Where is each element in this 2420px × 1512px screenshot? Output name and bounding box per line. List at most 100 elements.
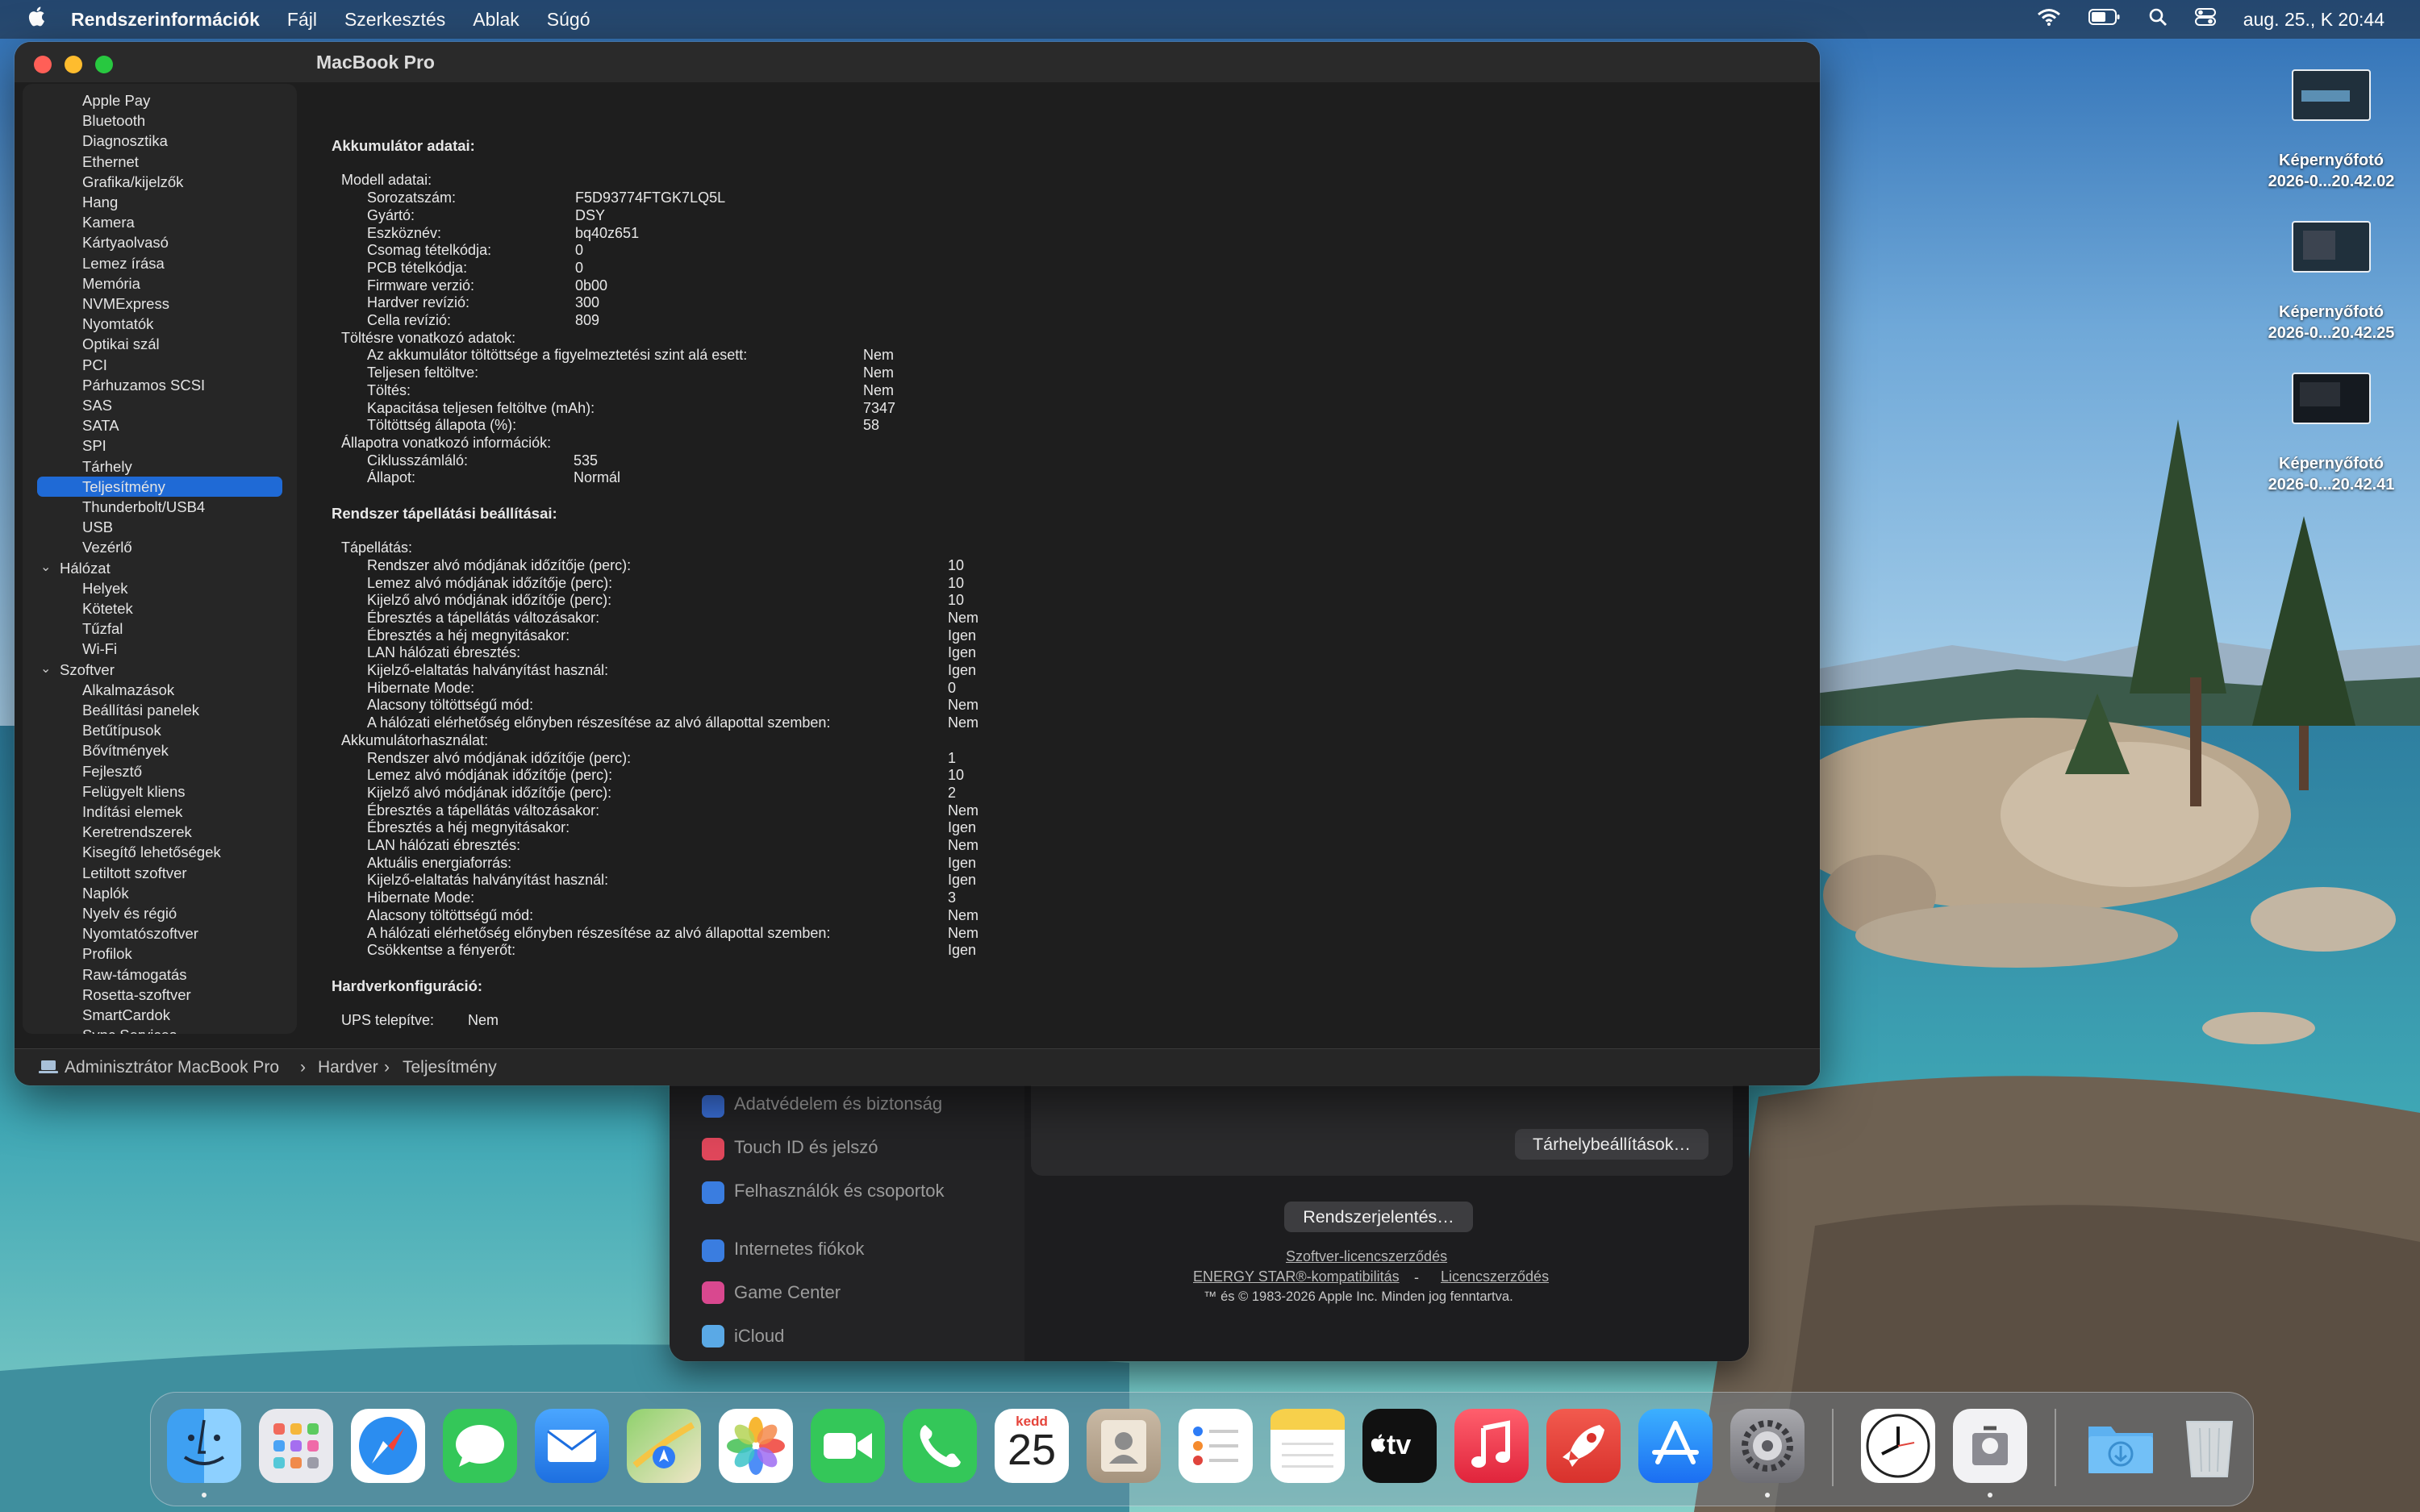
sidebar-item[interactable]: Tárhely — [23, 457, 297, 477]
sidebar-item[interactable]: SPI — [23, 436, 297, 456]
facetime-app-icon[interactable] — [811, 1409, 885, 1483]
trash-icon[interactable] — [2172, 1409, 2247, 1483]
sidebar-item[interactable]: Nyomtatók — [23, 314, 297, 335]
settings-item-game-center[interactable]: Game Center — [734, 1282, 841, 1303]
sidebar-item[interactable]: Kamera — [23, 213, 297, 233]
sidebar-item[interactable]: Párhuzamos SCSI — [23, 376, 297, 396]
sidebar-item[interactable]: Fejlesztő — [23, 762, 297, 782]
preview-app-icon[interactable] — [1953, 1409, 2027, 1483]
storage-settings-button[interactable]: Tárhelybeállítások… — [1515, 1129, 1709, 1160]
menu-window[interactable]: Ablak — [473, 9, 519, 31]
spotlight-search-icon[interactable] — [2148, 7, 2168, 31]
sidebar-item[interactable]: Bluetooth — [23, 111, 297, 131]
sidebar-item[interactable]: Ethernet — [23, 152, 297, 173]
sidebar-item[interactable]: Betűtípusok — [23, 721, 297, 741]
sidebar-item[interactable]: Nyelv és régió — [23, 904, 297, 924]
sidebar-item[interactable]: USB — [23, 518, 297, 538]
reminders-app-icon[interactable] — [1179, 1409, 1253, 1483]
sidebar-item[interactable]: ⌄ Szoftver — [23, 660, 297, 681]
sidebar-item[interactable]: Memória — [23, 274, 297, 294]
tv-app-icon[interactable]: tv — [1362, 1409, 1437, 1483]
sidebar-item[interactable]: Wi-Fi — [23, 639, 297, 660]
path-item-performance[interactable]: Teljesítmény — [403, 1058, 497, 1077]
sidebar-item[interactable]: Nyomtatószoftver — [23, 924, 297, 944]
menu-clock[interactable]: aug. 25., K 20:44 — [2243, 9, 2385, 31]
sidebar-item[interactable]: Beállítási panelek — [23, 701, 297, 721]
settings-item-users[interactable]: Felhasználók és csoportok — [734, 1181, 944, 1202]
contacts-app-icon[interactable] — [1087, 1409, 1161, 1483]
settings-item-internet-accounts[interactable]: Internetes fiókok — [734, 1239, 864, 1260]
sidebar-item[interactable]: Apple Pay — [23, 91, 297, 111]
photos-app-icon[interactable] — [719, 1409, 793, 1483]
sidebar-item[interactable]: SAS — [23, 396, 297, 416]
calendar-app-icon[interactable]: kedd 25 — [995, 1409, 1069, 1483]
sidebar-item[interactable]: ⌄ Hálózat — [23, 559, 297, 579]
downloads-folder-icon[interactable] — [2084, 1409, 2158, 1483]
sidebar-item[interactable]: PCI — [23, 356, 297, 376]
sidebar-item[interactable]: Profilok — [23, 944, 297, 964]
messages-app-icon[interactable] — [443, 1409, 517, 1483]
sidebar-item[interactable]: NVMExpress — [23, 294, 297, 314]
safari-app-icon[interactable] — [351, 1409, 425, 1483]
sidebar-item[interactable]: Felügyelt kliens — [23, 782, 297, 802]
sidebar-item[interactable]: Naplók — [23, 884, 297, 904]
menu-app-name[interactable]: Rendszerinformációk — [71, 9, 260, 31]
battery-icon[interactable] — [2088, 8, 2121, 31]
clock-app-icon[interactable] — [1861, 1409, 1935, 1483]
path-item-hardware[interactable]: Hardver — [318, 1058, 378, 1077]
sidebar-item[interactable]: Kötetek — [23, 599, 297, 619]
sidebar-item[interactable]: Kisegítő lehetőségek — [23, 843, 297, 863]
sidebar-item[interactable]: Raw-támogatás — [23, 965, 297, 985]
sidebar-item[interactable]: Letiltott szoftver — [23, 864, 297, 884]
apple-menu-icon[interactable] — [24, 6, 52, 34]
finder-app-icon[interactable] — [167, 1409, 241, 1483]
desktop-screenshot-file[interactable]: Képernyőfotó 2026-0...20.42.41 — [2255, 373, 2408, 495]
desktop-screenshot-file[interactable]: Képernyőfotó 2026-0...20.42.02 — [2255, 69, 2408, 192]
music-app-icon[interactable] — [1454, 1409, 1529, 1483]
sidebar-item[interactable]: Alkalmazások — [23, 681, 297, 701]
sidebar-item[interactable]: Keretrendszerek — [23, 823, 297, 843]
rocket-app-icon[interactable] — [1546, 1409, 1621, 1483]
menu-help[interactable]: Súgó — [547, 9, 590, 31]
disclosure-chevron-icon[interactable]: ⌄ — [40, 559, 51, 575]
sidebar-item[interactable]: Diagnosztika — [23, 131, 297, 152]
sidebar-item[interactable]: Tűzfal — [23, 619, 297, 639]
disclosure-chevron-icon[interactable]: ⌄ — [40, 660, 51, 677]
maps-app-icon[interactable] — [627, 1409, 701, 1483]
close-button[interactable] — [34, 56, 52, 73]
sidebar-item[interactable]: Bővítmények — [23, 741, 297, 761]
sidebar-item[interactable]: Kártyaolvasó — [23, 233, 297, 253]
sidebar-item[interactable]: Grafika/kijelzők — [23, 173, 297, 193]
category-sidebar[interactable]: Apple Pay Bluetooth Diagnosztika Ethernet Gr… — [23, 84, 297, 1034]
zoom-button[interactable] — [95, 56, 113, 73]
sidebar-item[interactable]: SATA — [23, 416, 297, 436]
sidebar-item[interactable]: Sync Services — [23, 1026, 297, 1034]
settings-item-touch-id[interactable]: Touch ID és jelszó — [734, 1137, 878, 1158]
mail-app-icon[interactable] — [535, 1409, 609, 1483]
sidebar-item[interactable]: Indítási elemek — [23, 802, 297, 823]
sidebar-item[interactable]: Vezérlő — [23, 538, 297, 558]
notes-app-icon[interactable] — [1270, 1409, 1345, 1483]
sidebar-item[interactable]: Rosetta-szoftver — [23, 985, 297, 1006]
menu-file[interactable]: Fájl — [287, 9, 317, 31]
sidebar-item[interactable]: Helyek — [23, 579, 297, 599]
path-item-computer[interactable]: Adminisztrátor MacBook Pro — [65, 1058, 279, 1077]
sidebar-item[interactable]: Teljesítmény — [23, 476, 297, 498]
settings-item-privacy[interactable]: Adatvédelem és biztonság — [734, 1093, 942, 1114]
sidebar-item[interactable]: Lemez írása — [23, 254, 297, 274]
sidebar-item[interactable]: Hang — [23, 193, 297, 213]
sidebar-item[interactable]: SmartCardok — [23, 1006, 297, 1026]
wifi-icon[interactable] — [2037, 8, 2061, 31]
system-settings-app-icon[interactable] — [1730, 1409, 1805, 1483]
control-center-icon[interactable] — [2194, 7, 2216, 31]
system-report-button[interactable]: Rendszerjelentés… — [1284, 1202, 1473, 1232]
desktop-screenshot-file[interactable]: Képernyőfotó 2026-0...20.42.25 — [2255, 221, 2408, 344]
phone-app-icon[interactable] — [903, 1409, 977, 1483]
software-license-link[interactable]: Szoftver-licencszerződés — [1286, 1248, 1447, 1265]
sidebar-item[interactable]: Thunderbolt/USB4 — [23, 498, 297, 518]
settings-item-icloud[interactable]: iCloud — [734, 1326, 784, 1347]
app-store-app-icon[interactable] — [1638, 1409, 1713, 1483]
sidebar-item[interactable]: Optikai szál — [23, 335, 297, 355]
launchpad-app-icon[interactable] — [259, 1409, 333, 1483]
menu-edit[interactable]: Szerkesztés — [344, 9, 445, 31]
